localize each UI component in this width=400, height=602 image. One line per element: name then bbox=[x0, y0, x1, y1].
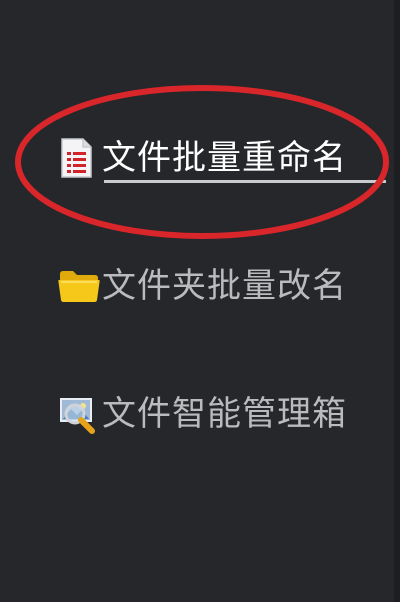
document-list-icon bbox=[58, 136, 102, 180]
window-edge bbox=[394, 0, 400, 602]
menu-item-label: 文件批量重命名 bbox=[102, 138, 347, 178]
folder-icon bbox=[58, 264, 102, 308]
menu-item-batch-rename-folders[interactable]: 文件夹批量改名 bbox=[58, 262, 347, 310]
menu-item-label: 文件智能管理箱 bbox=[102, 394, 347, 434]
selected-underline bbox=[104, 180, 386, 183]
menu-item-label: 文件夹批量改名 bbox=[102, 266, 347, 306]
menu-item-batch-rename-files[interactable]: 文件批量重命名 bbox=[58, 134, 347, 182]
menu-item-smart-file-manager[interactable]: 文件智能管理箱 bbox=[58, 390, 347, 438]
magnifier-image-icon bbox=[58, 392, 102, 436]
